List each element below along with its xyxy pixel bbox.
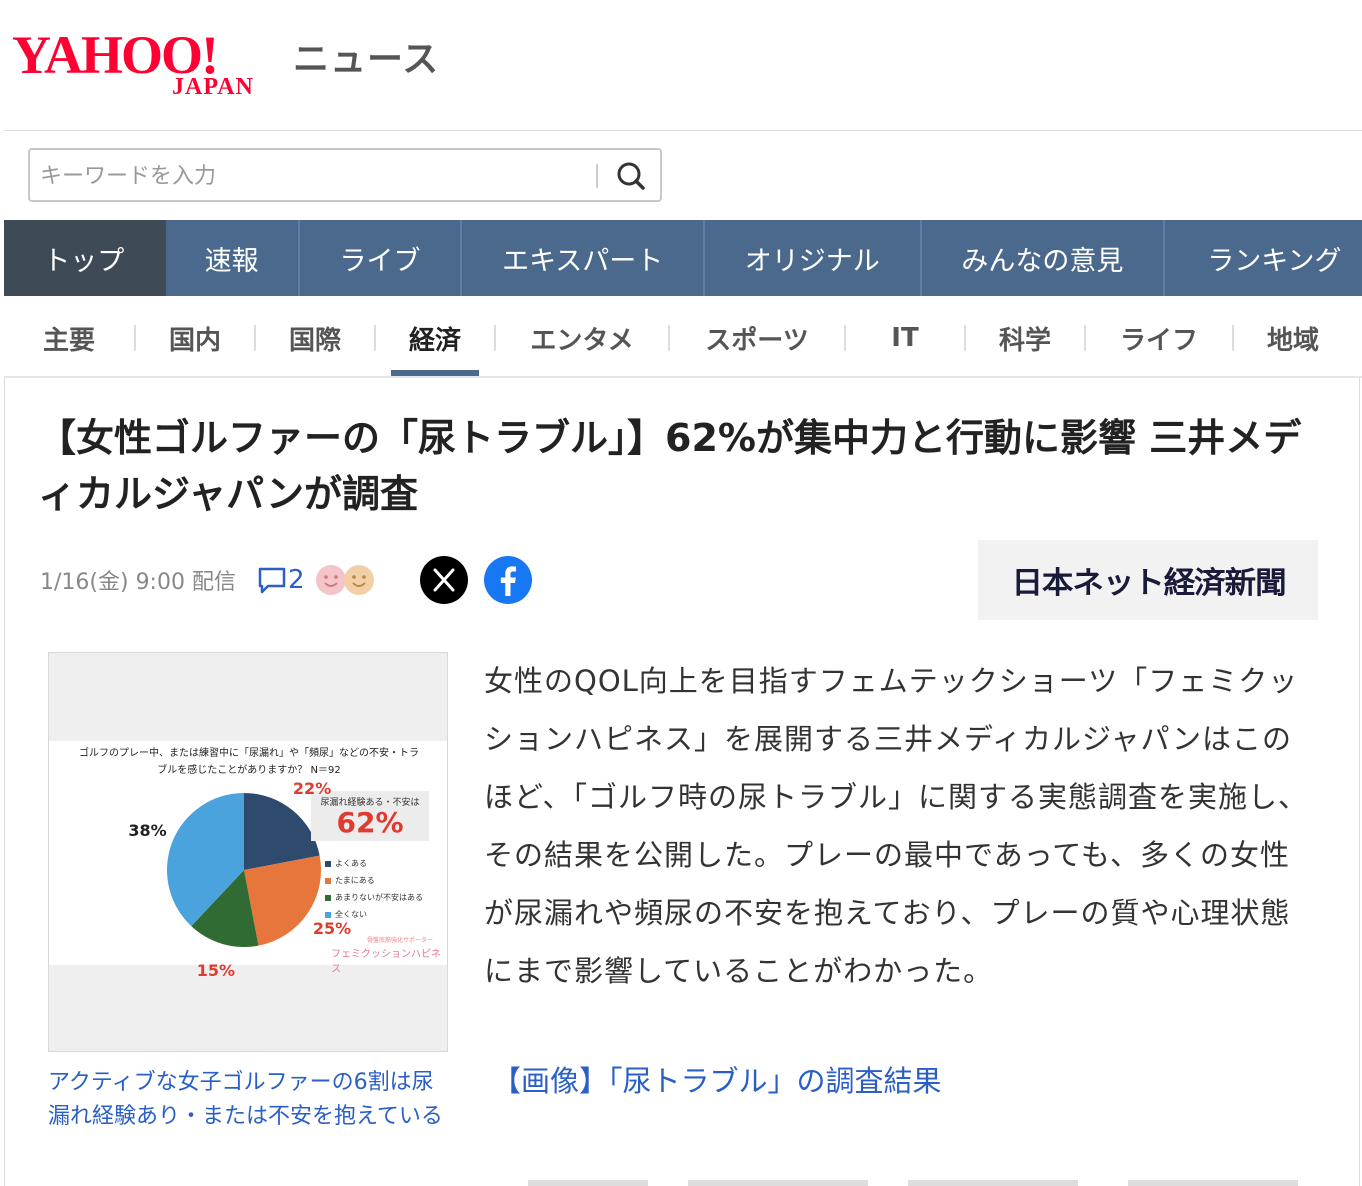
category-tab-label: ライフ: [1119, 325, 1198, 356]
article-body: 女性のQOL向上を目指すフェムテックショーツ「フェミクッションハピネス」を展開す…: [484, 664, 1309, 988]
share-facebook-button[interactable]: [484, 556, 532, 604]
nav-ranking[interactable]: ランキング: [1165, 220, 1362, 296]
category-tab-international[interactable]: 国際: [256, 300, 374, 376]
category-nav: 主要 国内 国際 経済 エンタメ スポーツ IT 科学 ライフ 地域: [4, 300, 1362, 376]
legend-label: たまにある: [335, 876, 375, 885]
pie-slice-label: 25%: [312, 919, 352, 939]
logo-japan-text: JAPAN: [172, 74, 254, 100]
comment-count: 2: [287, 565, 305, 595]
legend-swatch: [325, 911, 331, 918]
category-tab-label: 経済: [408, 325, 461, 356]
search-divider: [596, 164, 598, 188]
search-button[interactable]: [608, 154, 654, 198]
yahoo-japan-logo[interactable]: YAHOO! JAPAN: [12, 26, 292, 100]
chart-legend: よくある たまにある あまりないが不安はある 全くない: [325, 855, 423, 923]
category-tab-entertainment[interactable]: エンタメ: [496, 300, 668, 376]
comment-icon: [258, 567, 286, 594]
category-tab-label: 主要: [42, 325, 95, 356]
legend-item: たまにある: [325, 872, 423, 889]
survey-chart: ゴルフのプレー中、または練習中に「尿漏れ」や「頻尿」などの不安・トラブルを感じた…: [49, 741, 447, 980]
share-x-button[interactable]: [420, 556, 468, 604]
search-box: [28, 148, 662, 202]
header-divider: [4, 130, 1362, 131]
sponsor-name: フェミクッションハピネス: [331, 949, 441, 975]
pie-slice-label: 22%: [292, 779, 332, 799]
article-meta: 1/16(金) 9:00 配信 2: [40, 560, 375, 600]
image-gallery-link[interactable]: 【画像】「尿トラブル」の調査結果: [492, 1058, 942, 1100]
category-tab-science[interactable]: 科学: [966, 300, 1084, 376]
legend-swatch: [325, 894, 331, 901]
smiley-face-icon: [343, 565, 374, 595]
comments-link[interactable]: 2: [256, 565, 305, 595]
pie-chart: [167, 793, 321, 947]
article-figure[interactable]: ゴルフのプレー中、または練習中に「尿漏れ」や「頻尿」などの不安・トラブルを感じた…: [48, 652, 448, 1052]
legend-swatch: [325, 860, 331, 867]
category-tab-major[interactable]: 主要: [4, 300, 134, 376]
nav-breaking[interactable]: 速報: [166, 220, 300, 296]
x-logo-icon: [433, 568, 455, 592]
nav-opinions-label: みんなの意見: [961, 245, 1124, 277]
callout-value: 62%: [336, 806, 404, 839]
sponsor-tagline: 骨盤底筋強化サポーター: [367, 937, 434, 944]
search-input[interactable]: [38, 156, 602, 196]
nav-breaking-label: 速報: [204, 245, 259, 277]
nav-ranking-label: ランキング: [1207, 245, 1342, 277]
legend-item: あまりないが不安はある: [325, 889, 423, 906]
category-tab-label: 国内: [168, 325, 221, 356]
facebook-logo-icon: [500, 566, 516, 596]
nav-expert-label: エキスパート: [502, 245, 664, 277]
reaction-faces: [315, 564, 375, 596]
category-tab-label: 科学: [998, 325, 1051, 356]
legend-swatch: [325, 877, 331, 884]
nav-live-label: ライブ: [339, 245, 421, 277]
category-tab-local[interactable]: 地域: [1234, 300, 1352, 376]
legend-label: よくある: [335, 859, 367, 868]
article-body-continued: [488, 1170, 1308, 1186]
nav-original-label: オリジナル: [744, 245, 880, 277]
nav-original[interactable]: オリジナル: [705, 220, 922, 296]
legend-label: あまりないが不安はある: [335, 893, 423, 902]
category-tab-label: IT: [891, 323, 919, 353]
category-tab-label: 国際: [288, 325, 341, 356]
news-logo-text[interactable]: ニュース: [293, 30, 439, 82]
pie-slice-label: 15%: [196, 960, 235, 980]
pie-slice-label: 38%: [128, 821, 167, 841]
category-tab-sports[interactable]: スポーツ: [670, 300, 844, 376]
legend-item: よくある: [325, 855, 423, 872]
search-icon: [617, 162, 645, 190]
publisher-logo[interactable]: 日本ネット経済新聞: [978, 540, 1318, 620]
category-tab-label: エンタメ: [530, 325, 634, 356]
nav-opinions[interactable]: みんなの意見: [922, 220, 1166, 296]
nav-top[interactable]: トップ: [4, 220, 166, 296]
nav-top-label: トップ: [43, 245, 125, 277]
category-tab-it[interactable]: IT: [846, 300, 964, 376]
article-headline: 【女性ゴルファーの「尿トラブル」】62%が集中力と行動に影響 三井メディカルジャ…: [38, 416, 1302, 516]
nav-live[interactable]: ライブ: [300, 220, 463, 296]
category-tab-label: スポーツ: [705, 325, 809, 356]
chart-callout: 尿漏れ経験ある・不安は 62%: [311, 791, 429, 841]
smiley-face-icon: [315, 565, 346, 595]
category-tab-label: 地域: [1266, 325, 1319, 356]
publisher-name: 日本ネット経済新聞: [1010, 566, 1286, 601]
category-tab-life[interactable]: ライフ: [1086, 300, 1232, 376]
category-tab-economy[interactable]: 経済: [391, 300, 479, 376]
category-tab-domestic[interactable]: 国内: [136, 300, 254, 376]
publish-date: 1/16(金) 9:00 配信: [40, 570, 236, 595]
figure-caption[interactable]: アクティブな女子ゴルファーの6割は尿漏れ経験あり・または不安を抱えている: [48, 1066, 448, 1134]
main-nav: トップ 速報 ライブ エキスパート オリジナル みんなの意見 ランキング: [4, 220, 1362, 296]
nav-expert[interactable]: エキスパート: [462, 220, 706, 296]
category-separator: [374, 325, 376, 351]
